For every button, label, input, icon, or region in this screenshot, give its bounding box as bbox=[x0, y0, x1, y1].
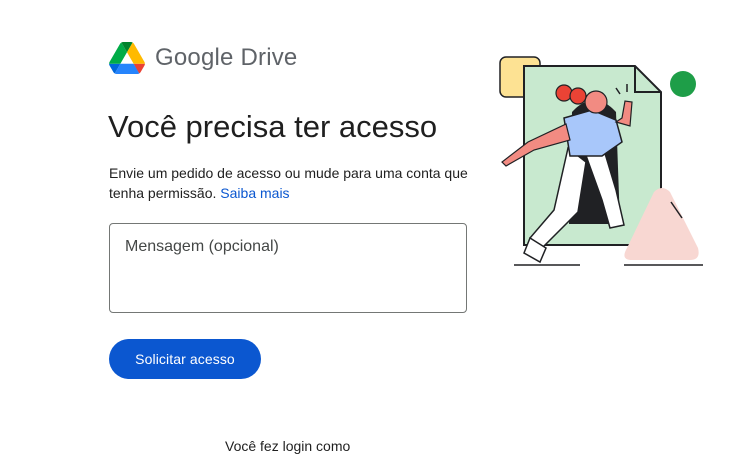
access-request-page: Google Drive Você precisa ter acesso Env… bbox=[0, 0, 736, 462]
signed-in-as-text: Você fez login como bbox=[225, 438, 351, 454]
request-access-button[interactable]: Solicitar acesso bbox=[109, 339, 261, 379]
description: Envie um pedido de acesso ou mude para u… bbox=[109, 163, 469, 203]
page-title: Você precisa ter acesso bbox=[108, 109, 438, 144]
person-entering-door-illustration-icon bbox=[499, 56, 703, 266]
brand-header: Google Drive bbox=[109, 42, 297, 74]
brand-product-text: Drive bbox=[240, 44, 298, 71]
brand-name: Google Drive bbox=[155, 46, 297, 70]
learn-more-link[interactable]: Saiba mais bbox=[220, 185, 289, 201]
google-drive-logo-icon bbox=[109, 42, 145, 74]
message-input[interactable] bbox=[109, 223, 467, 313]
brand-google-text: Google bbox=[155, 44, 234, 71]
